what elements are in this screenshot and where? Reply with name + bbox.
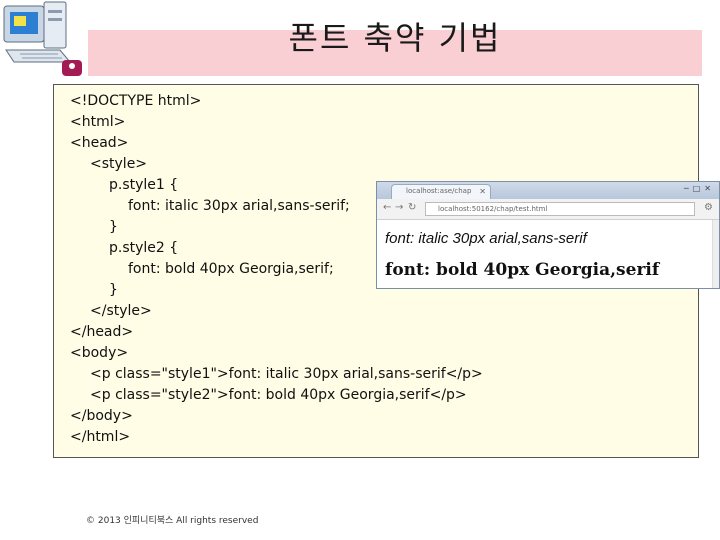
browser-tab[interactable]: localhost:ase/chap ✕ [391, 184, 491, 199]
copyright-footer: © 2013 인피니티북스 All rights reserved [86, 516, 259, 526]
reload-icon[interactable]: ↻ [408, 202, 416, 213]
code-line: font: italic 30px arial,sans-serif; [128, 198, 350, 214]
code-line: <p class="style1">font: italic 30px aria… [90, 366, 483, 382]
forward-icon[interactable]: → [395, 202, 403, 213]
close-icon[interactable]: ✕ [704, 184, 715, 193]
output-style1: font: italic 30px arial,sans-serif [385, 230, 587, 247]
minimize-icon[interactable]: ─ [684, 184, 693, 193]
maximize-icon[interactable]: □ [693, 184, 705, 193]
code-line: <style> [90, 156, 148, 172]
code-line: <body> [70, 345, 129, 361]
tab-close-icon[interactable]: ✕ [479, 185, 486, 198]
window-controls: ─□✕ [684, 184, 715, 193]
code-line: </style> [90, 303, 152, 319]
scrollbar[interactable] [712, 220, 719, 288]
code-line: <head> [70, 135, 129, 151]
code-line: font: bold 40px Georgia,serif; [128, 261, 334, 277]
browser-tab-bar: localhost:ase/chap ✕ ─□✕ [377, 182, 719, 199]
address-text: localhost:50162/chap/test.html [438, 205, 548, 213]
code-line: p.style2 { [109, 240, 179, 256]
code-line: </head> [70, 324, 134, 340]
code-line: p.style1 { [109, 177, 179, 193]
computer-logo-icon [3, 1, 82, 76]
code-line: <p class="style2">font: bold 40px Georgi… [90, 387, 467, 403]
back-icon[interactable]: ← [383, 202, 391, 213]
slide-title: 폰트 축약 기법 [288, 19, 502, 57]
browser-toolbar: ← → ↻ localhost:50162/chap/test.html ⚙ [377, 199, 719, 220]
tab-title: localhost:ase/chap [406, 187, 472, 195]
code-line: </html> [70, 429, 131, 445]
code-line: </body> [70, 408, 133, 424]
code-line: } [109, 282, 118, 298]
output-style2: font: bold 40px Georgia,serif [385, 260, 660, 280]
wrench-icon[interactable]: ⚙ [704, 202, 713, 213]
title-bar: 폰트 축약 기법 [88, 19, 702, 76]
browser-window: localhost:ase/chap ✕ ─□✕ ← → ↻ localhost… [376, 181, 720, 289]
code-line: <html> [70, 114, 126, 130]
code-line: <!DOCTYPE html> [70, 93, 202, 109]
address-bar[interactable]: localhost:50162/chap/test.html [425, 202, 695, 216]
code-line: } [109, 219, 118, 235]
